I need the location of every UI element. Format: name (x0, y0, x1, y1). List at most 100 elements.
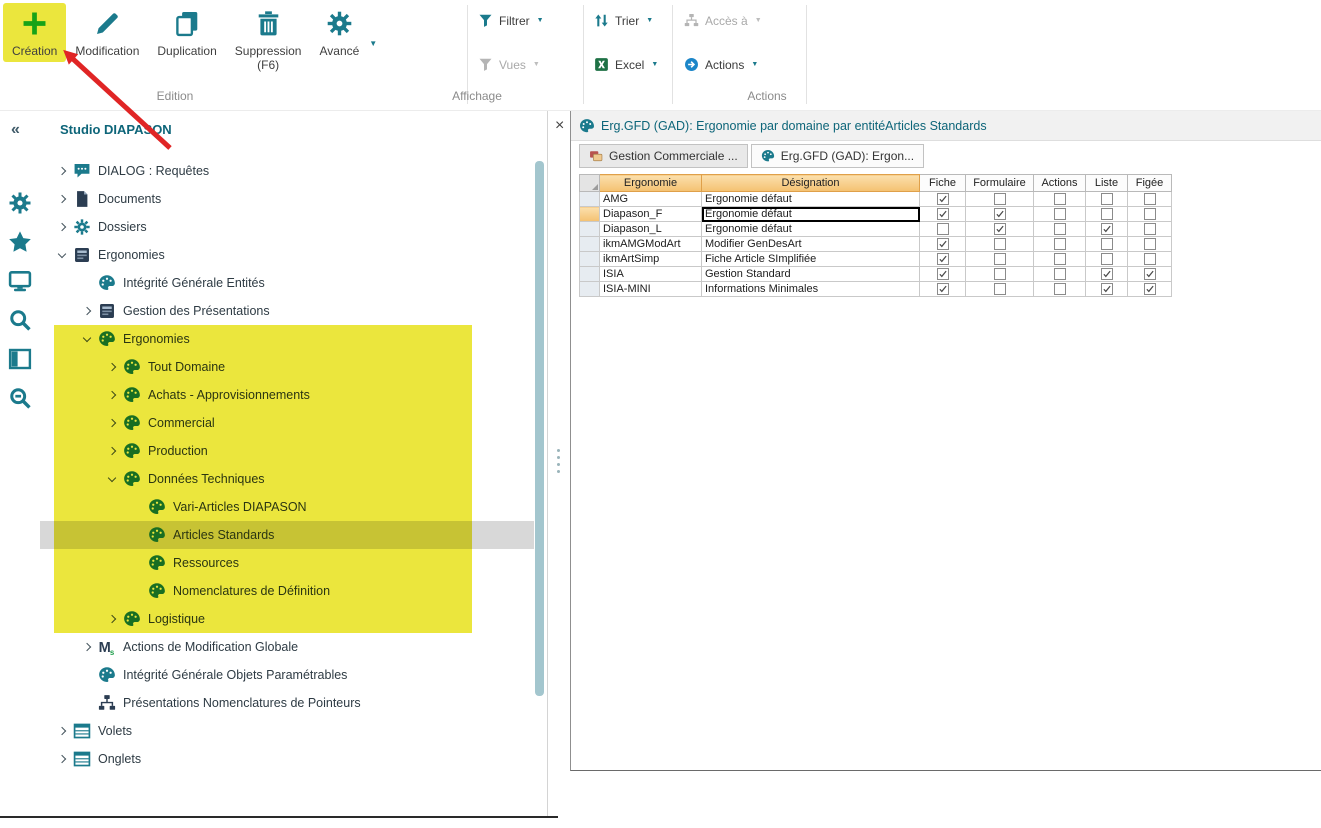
checkbox-checked[interactable] (994, 223, 1006, 235)
checkbox-unchecked[interactable] (1054, 253, 1066, 265)
tree-item-dialog-requ-tes[interactable]: DIALOG : Requêtes (40, 157, 534, 185)
cell-liste[interactable] (1086, 282, 1128, 297)
checkbox-unchecked[interactable] (994, 283, 1006, 295)
tree-item-gestion-des-pr-sentations[interactable]: Gestion des Présentations (40, 297, 534, 325)
cell-formulaire[interactable] (966, 207, 1034, 222)
tree-item-vari-articles-diapason[interactable]: Vari-Articles DIAPASON (40, 493, 534, 521)
checkbox-checked[interactable] (994, 208, 1006, 220)
checkbox-checked[interactable] (937, 268, 949, 280)
tree-item-ergonomies[interactable]: Ergonomies (40, 325, 534, 353)
cell-fiche[interactable] (920, 252, 966, 267)
checkbox-unchecked[interactable] (1101, 238, 1113, 250)
row-selector[interactable] (580, 222, 600, 237)
tree-item-int-grit-g-n-rale-objets-param-trables[interactable]: Intégrité Générale Objets Paramétrables (40, 661, 534, 689)
checkbox-unchecked[interactable] (1054, 268, 1066, 280)
vues-button[interactable]: Vues ▼ (478, 57, 540, 72)
checkbox-unchecked[interactable] (1054, 193, 1066, 205)
column-header-fig-e[interactable]: Figée (1128, 175, 1172, 192)
row-selector[interactable] (580, 207, 600, 222)
tree-item-logistique[interactable]: Logistique (40, 605, 534, 633)
cell-figee[interactable] (1128, 267, 1172, 282)
tree-item-nomenclatures-de-d-finition[interactable]: Nomenclatures de Définition (40, 577, 534, 605)
chevron-right-icon[interactable] (79, 639, 95, 655)
checkbox-unchecked[interactable] (994, 253, 1006, 265)
cell-fiche[interactable] (920, 282, 966, 297)
cell-liste[interactable] (1086, 192, 1128, 207)
cell-ergonomie[interactable]: ikmAMGModArt (600, 237, 702, 252)
cell-designation[interactable]: Fiche Article SImplifiée (702, 252, 920, 267)
tree-item-ergonomies[interactable]: Ergonomies (40, 241, 534, 269)
checkbox-unchecked[interactable] (1144, 193, 1156, 205)
row-selector[interactable] (580, 192, 600, 207)
chevron-right-icon[interactable] (54, 723, 70, 739)
duplication-button[interactable]: Duplication (148, 3, 225, 62)
checkbox-checked[interactable] (1144, 283, 1156, 295)
cell-formulaire[interactable] (966, 222, 1034, 237)
chevron-right-icon[interactable] (104, 443, 120, 459)
sidebar-search-button[interactable] (8, 308, 32, 332)
cell-formulaire[interactable] (966, 252, 1034, 267)
suppression-button[interactable]: Suppression (F6) (226, 3, 311, 76)
cell-figee[interactable] (1128, 192, 1172, 207)
chevron-right-icon[interactable] (54, 219, 70, 235)
chevron-right-icon[interactable] (54, 163, 70, 179)
tab-erg-gfd-gad-ergon[interactable]: Erg.GFD (GAD): Ergon... (751, 144, 924, 168)
checkbox-checked[interactable] (937, 193, 949, 205)
cell-figee[interactable] (1128, 222, 1172, 237)
cell-fiche[interactable] (920, 207, 966, 222)
checkbox-unchecked[interactable] (1144, 253, 1156, 265)
chevron-right-icon[interactable] (79, 303, 95, 319)
cell-designation[interactable]: Ergonomie défaut (702, 222, 920, 237)
checkbox-checked[interactable] (937, 238, 949, 250)
tree-item-dossiers[interactable]: Dossiers (40, 213, 534, 241)
avance-button[interactable]: Avancé (310, 3, 368, 62)
tree-item-production[interactable]: Production (40, 437, 534, 465)
acces-a-button[interactable]: Accès à ▼ (684, 13, 762, 28)
cell-fiche[interactable] (920, 237, 966, 252)
cell-fiche[interactable] (920, 222, 966, 237)
cell-ergonomie[interactable]: Diapason_L (600, 222, 702, 237)
avance-dropdown-arrow-icon[interactable]: ▼ (369, 39, 377, 48)
checkbox-unchecked[interactable] (1054, 283, 1066, 295)
sidebar-screens-button[interactable] (8, 269, 32, 293)
checkbox-checked[interactable] (937, 253, 949, 265)
checkbox-unchecked[interactable] (1054, 208, 1066, 220)
cell-designation[interactable]: Ergonomie défaut (702, 192, 920, 207)
sidebar-advanced-search-button[interactable] (8, 386, 32, 410)
cell-liste[interactable] (1086, 237, 1128, 252)
cell-actions[interactable] (1034, 237, 1086, 252)
checkbox-checked[interactable] (1101, 268, 1113, 280)
trier-button[interactable]: Trier ▼ (594, 13, 653, 28)
cell-ergonomie[interactable]: ISIA-MINI (600, 282, 702, 297)
checkbox-unchecked[interactable] (1101, 253, 1113, 265)
cell-figee[interactable] (1128, 207, 1172, 222)
cell-ergonomie[interactable]: AMG (600, 192, 702, 207)
chevron-right-icon[interactable] (54, 191, 70, 207)
column-header-actions[interactable]: Actions (1034, 175, 1086, 192)
tree-scrollbar[interactable] (535, 161, 544, 696)
modification-button[interactable]: Modification (66, 3, 148, 62)
tree-item-tout-domaine[interactable]: Tout Domaine (40, 353, 534, 381)
chevron-right-icon[interactable] (104, 415, 120, 431)
collapse-panel-button[interactable]: « (11, 121, 20, 139)
row-selector[interactable] (580, 237, 600, 252)
cell-actions[interactable] (1034, 207, 1086, 222)
row-selector[interactable] (580, 282, 600, 297)
cell-designation[interactable]: Informations Minimales (702, 282, 920, 297)
cell-actions[interactable] (1034, 222, 1086, 237)
chevron-down-icon[interactable] (104, 471, 120, 487)
cell-formulaire[interactable] (966, 192, 1034, 207)
tree-item-pr-sentations-nomenclatures-de-pointeurs[interactable]: Présentations Nomenclatures de Pointeurs (40, 689, 534, 717)
checkbox-unchecked[interactable] (994, 193, 1006, 205)
row-selector[interactable] (580, 252, 600, 267)
checkbox-unchecked[interactable] (1054, 238, 1066, 250)
tab-gestion-commerciale[interactable]: Gestion Commerciale ... (579, 144, 748, 168)
checkbox-checked[interactable] (1144, 268, 1156, 280)
chevron-right-icon[interactable] (104, 387, 120, 403)
cell-actions[interactable] (1034, 282, 1086, 297)
column-header-ergonomie[interactable]: Ergonomie (600, 175, 702, 192)
cell-designation[interactable]: Modifier GenDesArt (702, 237, 920, 252)
row-selector[interactable] (580, 267, 600, 282)
cell-actions[interactable] (1034, 192, 1086, 207)
cell-liste[interactable] (1086, 207, 1128, 222)
